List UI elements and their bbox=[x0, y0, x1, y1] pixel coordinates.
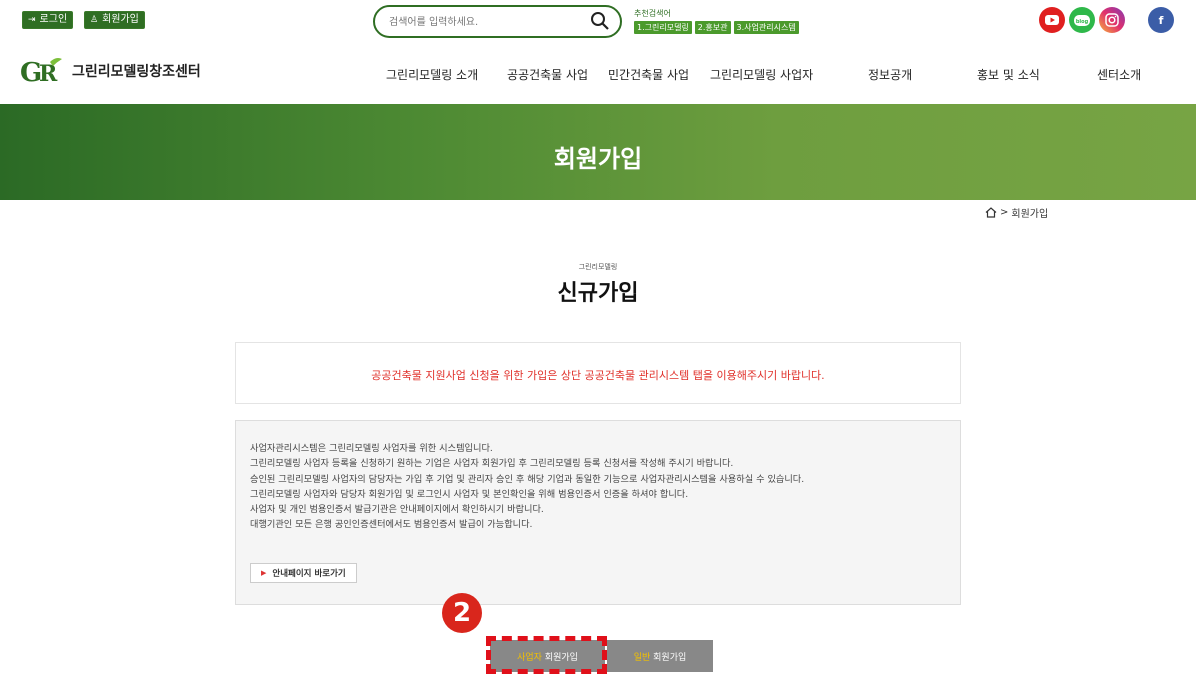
search-input[interactable] bbox=[389, 14, 589, 30]
signup-label: 회원가입 bbox=[102, 14, 139, 25]
breadcrumb: > 회원가입 bbox=[985, 205, 1048, 220]
signup-button[interactable]: ♙ 회원가입 bbox=[84, 11, 145, 29]
general-label-highlight: 일반 bbox=[633, 652, 651, 663]
info-line: 대행기관인 모든 은행 공인인증센터에서도 범용인증서 발급이 가능합니다. bbox=[250, 519, 533, 531]
section-subtitle: 그린리모델링 bbox=[578, 263, 618, 271]
info-box: 사업자관리시스템은 그린리모델링 사업자를 위한 시스템입니다. 그린리모델링 … bbox=[235, 420, 961, 605]
breadcrumb-current: 회원가입 bbox=[1011, 209, 1049, 220]
guide-page-button[interactable]: ▶ 안내페이지 바로가기 bbox=[250, 563, 357, 583]
guide-page-label: 안내페이지 바로가기 bbox=[272, 569, 346, 579]
site-logo[interactable]: G R 그린리모델링창조센터 bbox=[20, 56, 201, 86]
search-box bbox=[373, 5, 622, 38]
blog-icon[interactable]: blog bbox=[1069, 7, 1095, 33]
menu-item[interactable]: 홍보 및 소식 bbox=[977, 66, 1040, 83]
logo-text: 그린리모델링창조센터 bbox=[72, 64, 201, 80]
rec-tag[interactable]: 2.홍보관 bbox=[694, 21, 731, 34]
main-nav: G R 그린리모델링창조센터 그린리모델링 소개 공공건축물 사업 민간건축물 … bbox=[0, 46, 1196, 104]
login-label: 로그인 bbox=[39, 14, 68, 25]
menu-item[interactable]: 민간건축물 사업 bbox=[608, 66, 689, 83]
instagram-icon[interactable] bbox=[1099, 7, 1125, 33]
info-line: 사업자관리시스템은 그린리모델링 사업자를 위한 시스템입니다. bbox=[250, 443, 493, 454]
svg-text:R: R bbox=[39, 61, 58, 86]
youtube-icon[interactable] bbox=[1039, 7, 1065, 33]
menu-item[interactable]: 공공건축물 사업 bbox=[507, 66, 588, 83]
info-line: 그린리모델링 사업자 등록을 신청하기 원하는 기업은 사업자 회원가입 후 그… bbox=[250, 458, 734, 470]
page-title: 회원가입 bbox=[553, 145, 643, 173]
info-line: 사업자 및 개인 범용인증서 발급기관은 안내페이지에서 확인하시기 바랍니다. bbox=[250, 504, 544, 516]
page-banner: 회원가입 bbox=[0, 104, 1196, 200]
menu-item[interactable]: 센터소개 bbox=[1097, 66, 1141, 83]
info-line: 승인된 그린리모델링 사업자의 담당자는 가입 후 기업 및 관리자 승인 후 … bbox=[250, 473, 805, 485]
search-icon[interactable] bbox=[590, 11, 610, 31]
general-label-rest: 회원가입 bbox=[650, 652, 687, 663]
logo-mark-icon: G R bbox=[20, 58, 62, 86]
rec-tag[interactable]: 3.사업관리시스템 bbox=[733, 21, 799, 34]
login-button[interactable]: ⇥ 로그인 bbox=[22, 11, 74, 29]
notice-box: 공공건축물 지원사업 신청을 위한 가입은 상단 공공건축물 관리시스템 탭을 … bbox=[235, 342, 961, 404]
highlight-box bbox=[486, 636, 607, 674]
section-title: 신규가입 bbox=[557, 281, 639, 306]
recommended-search-title: 추천검색어 bbox=[634, 9, 671, 18]
menu-item[interactable]: 그린리모델링 소개 bbox=[386, 66, 478, 83]
info-text: 사업자관리시스템은 그린리모델링 사업자를 위한 시스템입니다. 그린리모델링 … bbox=[250, 441, 804, 533]
svg-text:blog: blog bbox=[1076, 19, 1089, 25]
user-icon: ♙ bbox=[90, 15, 99, 25]
recommended-tags: 1.그린리모델링 2.홍보관 3.사업관리시스템 bbox=[634, 21, 799, 34]
home-icon[interactable] bbox=[985, 207, 997, 218]
top-bar: ⇥ 로그인 ♙ 회원가입 추천검색어 1.그린리모델링 2.홍보관 3.사업관리… bbox=[0, 0, 1196, 46]
breadcrumb-separator: > bbox=[1000, 207, 1009, 218]
step-number-badge: 2 bbox=[442, 593, 482, 633]
arrow-right-icon: ▶ bbox=[261, 569, 267, 577]
rec-tag[interactable]: 1.그린리모델링 bbox=[634, 21, 692, 34]
facebook-icon[interactable]: f bbox=[1148, 7, 1174, 33]
info-line: 그린리모델링 사업자와 담당자 회원가입 및 로그인시 사업자 및 본인확인을 … bbox=[250, 488, 689, 500]
menu-item[interactable]: 그린리모델링 사업자 bbox=[710, 66, 813, 83]
login-icon: ⇥ bbox=[28, 15, 36, 25]
notice-text: 공공건축물 지원사업 신청을 위한 가입은 상단 공공건축물 관리시스템 탭을 … bbox=[371, 369, 825, 382]
menu-item[interactable]: 정보공개 bbox=[868, 66, 912, 83]
general-signup-button[interactable]: 일반 회원가입 bbox=[607, 640, 713, 672]
